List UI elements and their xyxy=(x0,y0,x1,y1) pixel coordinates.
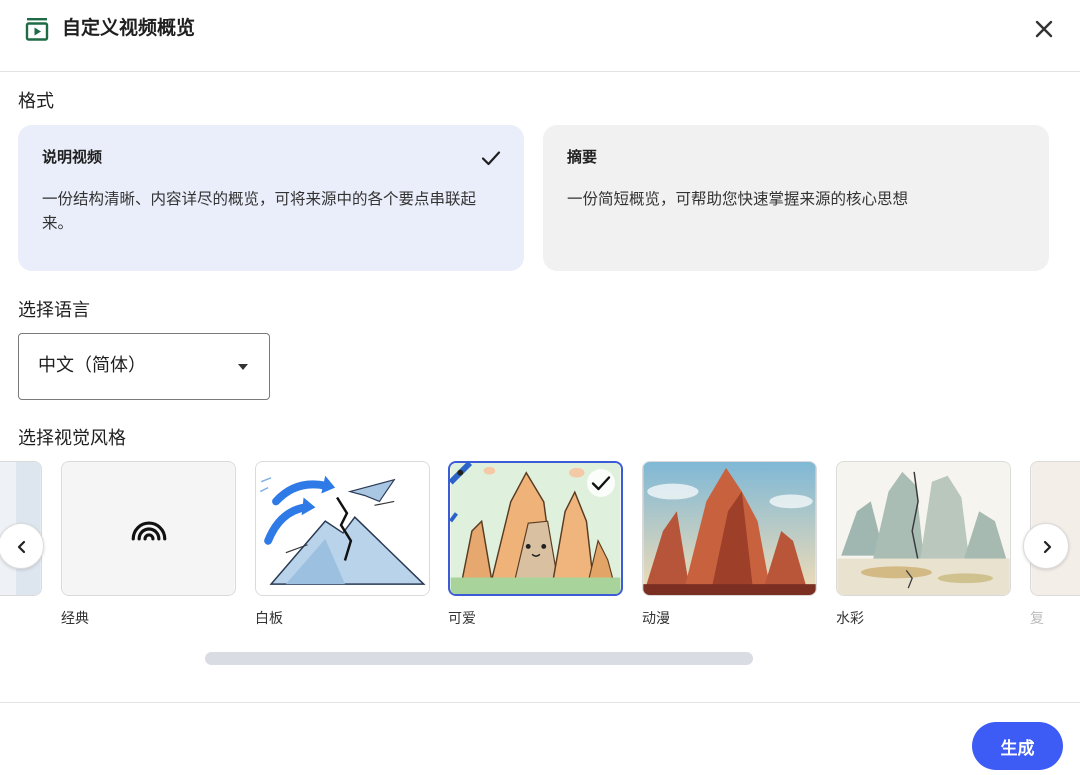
language-section-label: 选择语言 xyxy=(18,300,90,321)
style-option-label: 经典 xyxy=(61,611,89,627)
style-option-classic[interactable]: 经典 xyxy=(61,461,236,628)
dropdown-arrow-icon xyxy=(238,364,248,370)
style-option-label: 水彩 xyxy=(836,611,864,627)
style-option-label: 白板 xyxy=(255,611,283,627)
carousel-prev-button[interactable] xyxy=(0,523,44,569)
generate-button[interactable]: 生成 xyxy=(972,722,1063,770)
format-option-title: 摘要 xyxy=(567,148,598,166)
anime-thumbnail xyxy=(643,462,816,595)
style-option-label: 可爱 xyxy=(448,611,476,627)
style-option-whiteboard[interactable]: 白板 xyxy=(255,461,430,628)
carousel-next-button[interactable] xyxy=(1023,523,1069,569)
format-option-explainer[interactable]: 说明视频 一份结构清晰、内容详尽的概览，可将来源中的各个要点串联起来。 xyxy=(18,125,524,271)
visual-style-section-label: 选择视觉风格 xyxy=(18,428,126,449)
style-option-anime[interactable]: 动漫 xyxy=(642,461,817,628)
selected-check-icon xyxy=(587,469,615,497)
format-option-description: 一份结构清晰、内容详尽的概览，可将来源中的各个要点串联起来。 xyxy=(42,190,477,232)
whiteboard-thumbnail xyxy=(256,462,429,595)
chevron-left-icon xyxy=(17,540,26,554)
style-option-label: 复 xyxy=(1030,611,1044,627)
chevron-right-icon xyxy=(1043,540,1052,554)
classic-thumbnail xyxy=(62,462,235,595)
style-option-watercolor[interactable]: 水彩 xyxy=(836,461,1011,628)
check-icon xyxy=(481,151,501,166)
format-option-title: 说明视频 xyxy=(42,148,103,166)
style-option-label: 动漫 xyxy=(642,611,670,627)
close-icon[interactable] xyxy=(1030,15,1058,43)
format-option-description: 一份简短概览，可帮助您快速掌握来源的核心思想 xyxy=(567,190,909,208)
dialog-header: 自定义视频概览 xyxy=(0,0,1080,72)
format-option-summary[interactable]: 摘要 一份简短概览，可帮助您快速掌握来源的核心思想 xyxy=(543,125,1049,271)
visual-style-carousel: 经典 白板 可爱 动漫 水彩 复 xyxy=(0,455,1080,635)
footer-divider xyxy=(0,702,1080,703)
format-section-label: 格式 xyxy=(18,91,54,112)
language-select[interactable]: 中文（简体） xyxy=(18,333,270,400)
language-selected-value: 中文（简体） xyxy=(38,355,146,376)
carousel-scrollbar[interactable] xyxy=(205,652,753,665)
style-option-cute[interactable]: 可爱 xyxy=(448,461,623,628)
watercolor-thumbnail xyxy=(837,462,1010,595)
video-overview-icon xyxy=(25,18,49,41)
dialog-title: 自定义视频概览 xyxy=(62,17,196,39)
